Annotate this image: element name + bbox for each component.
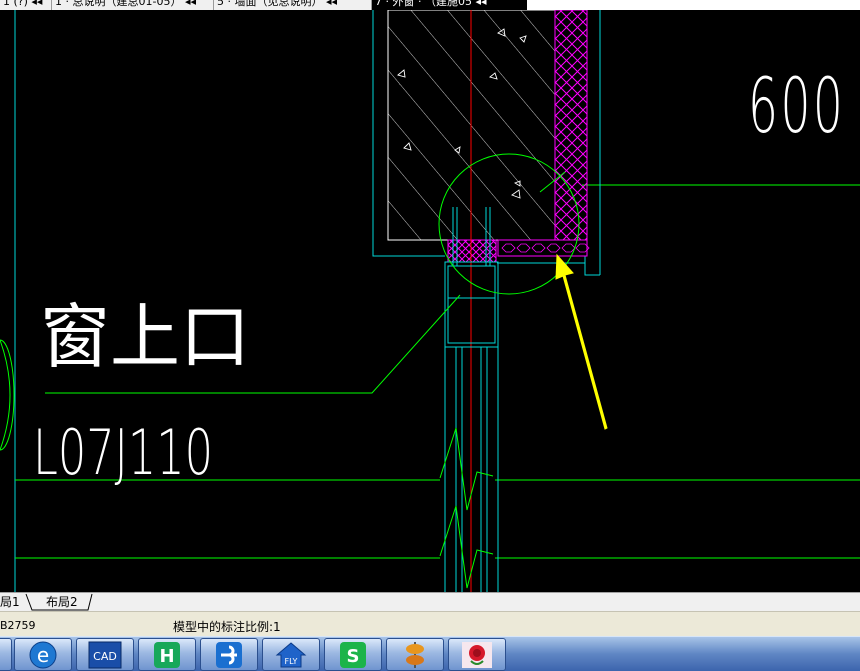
taskbar-pinwheel[interactable] — [200, 638, 258, 671]
rose-icon — [460, 641, 494, 669]
svg-text:H: H — [159, 646, 174, 667]
reference-code: L07J110 — [33, 416, 214, 489]
coordinate-readout: B2759 — [0, 619, 36, 632]
left-circle-arc — [0, 339, 15, 451]
annotation-arrow — [555, 253, 608, 430]
h-app-icon: H — [150, 641, 184, 669]
dimension-text: 600 — [748, 61, 846, 150]
taskbar-h-app[interactable]: H — [138, 638, 196, 671]
annotation-scale[interactable]: 模型中的标注比例:1 — [173, 618, 281, 635]
taskbar: e CAD H FLY S — [0, 636, 860, 671]
taskbar-s-app[interactable]: S — [324, 638, 382, 671]
document-tab-1[interactable]: 1 (?) ◂◂ — [0, 0, 52, 10]
layout-tab-bar: 局1 布局2 — [0, 592, 860, 611]
taskbar-browser[interactable]: e — [14, 638, 72, 671]
cad-icon: CAD — [88, 641, 122, 669]
break-symbol — [439, 427, 494, 511]
drawing-canvas[interactable]: 600 窗上口 L07J110 — [0, 10, 860, 592]
status-bar: B2759 模型中的标注比例:1 — [0, 611, 860, 637]
callout-label: 窗上口 — [40, 296, 250, 378]
document-tab-3[interactable]: 5 · 墙面（见总说明） ◂◂ — [214, 0, 372, 10]
document-tab-2[interactable]: 1 · 总说明（建总01-05） ◂◂ — [52, 0, 214, 10]
svg-text:FLY: FLY — [285, 657, 298, 666]
sealant-joint — [447, 239, 497, 263]
taskbar-stack[interactable] — [386, 638, 444, 671]
fly-icon: FLY — [274, 641, 308, 669]
svg-text:e: e — [37, 643, 49, 667]
insulation-layer — [554, 10, 588, 241]
document-tab-active[interactable]: 7 · 外窗 · （建施05 ◂◂ — [372, 0, 528, 10]
s-app-icon: S — [336, 641, 370, 669]
taskbar-rose[interactable] — [448, 638, 506, 671]
layout-tab-2[interactable]: 布局2 — [46, 594, 78, 610]
layout-tab-1[interactable]: 局1 — [0, 594, 20, 610]
browser-icon: e — [26, 641, 60, 669]
start-button[interactable] — [0, 638, 12, 671]
svg-text:CAD: CAD — [93, 650, 117, 663]
svg-text:S: S — [347, 646, 360, 667]
document-tab-strip: 1 (?) ◂◂ 1 · 总说明（建总01-05） ◂◂ 5 · 墙面（见总说明… — [0, 0, 860, 10]
pinwheel-icon — [212, 641, 246, 669]
taskbar-cad[interactable]: CAD — [76, 638, 134, 671]
taskbar-fly[interactable]: FLY — [262, 638, 320, 671]
insulation-bottom — [497, 239, 588, 257]
stack-icon — [398, 641, 432, 669]
